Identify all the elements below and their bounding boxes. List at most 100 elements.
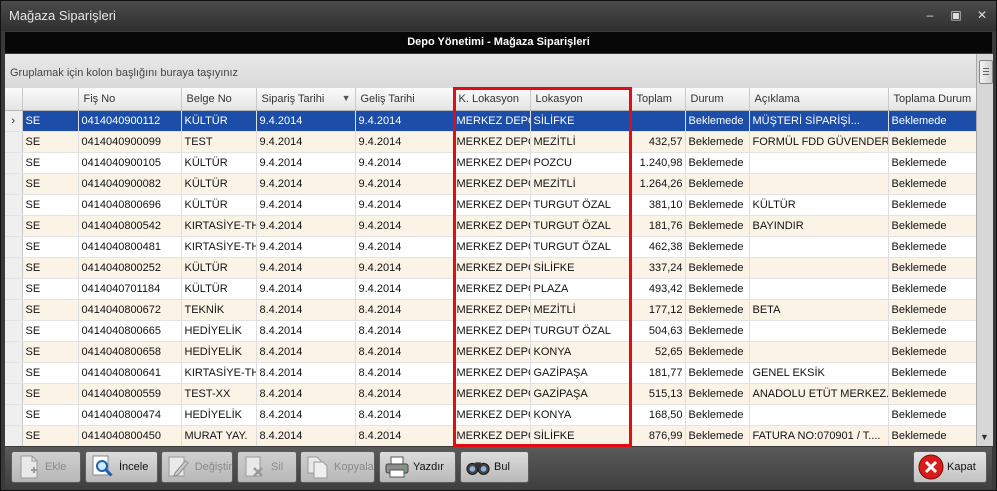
row-indicator: › [5, 110, 23, 132]
header-indicator[interactable] [5, 88, 23, 111]
table-row[interactable]: SE 0414040800474 HEDİYELİK 8.4.2014 8.4.2014… [5, 404, 976, 426]
print-button[interactable]: Yazdır [379, 451, 456, 483]
row-indicator [5, 236, 23, 258]
cell-store: SE [22, 152, 79, 174]
cell-aciklama [749, 257, 889, 279]
header-k-lokasyon[interactable]: K. Lokasyon [453, 88, 531, 111]
table-row[interactable]: SE 0414040900105 KÜLTÜR 9.4.2014 9.4.2014 MER… [5, 152, 976, 174]
cell-toplam: 52,65 [631, 341, 686, 363]
cell-fis-no: 0414040800658 [78, 341, 182, 363]
cell-siparis-tarihi: 9.4.2014 [256, 194, 356, 216]
table-row[interactable]: SE 0414040800542 KIRTASİYE-TH 9.4.2014 9.4.2… [5, 215, 976, 237]
scroll-down-icon[interactable]: ▼ [980, 432, 989, 442]
cell-durum: Beklemede [685, 173, 750, 195]
maximize-icon[interactable]: ▣ [946, 7, 966, 23]
table-row[interactable]: SE 0414040900099 TEST 9.4.2014 9.4.2014 MERKE… [5, 131, 976, 153]
cell-k-lokasyon: MERKEZ DEPO [453, 299, 531, 321]
edit-button[interactable]: Değiştir [161, 451, 233, 483]
delete-button[interactable]: Sil [237, 451, 297, 483]
close-icon[interactable]: ✕ [972, 7, 992, 23]
cell-fis-no: 0414040900082 [78, 173, 182, 195]
header-toplam[interactable]: Toplam [631, 88, 686, 111]
edit-icon [166, 454, 192, 480]
magnifier-icon [90, 454, 116, 480]
find-button[interactable]: Bul [460, 451, 529, 483]
add-button[interactable]: Ekle [11, 451, 81, 483]
cell-durum: Beklemede [685, 278, 750, 300]
cell-aciklama: ANADOLU ETÜT MERKEZ... [749, 383, 889, 405]
header-lokasyon[interactable]: Lokasyon [530, 88, 632, 111]
cell-store: SE [22, 131, 79, 153]
table-row[interactable]: SE 0414040800252 KÜLTÜR 9.4.2014 9.4.2014 MER… [5, 257, 976, 279]
table-row[interactable]: SE 0414040800481 KIRTASİYE-TH 9.4.2014 9.4.2… [5, 236, 976, 258]
cell-fis-no: 0414040800481 [78, 236, 182, 258]
table-row[interactable]: › SE 0414040900112 KÜLTÜR 9.4.2014 9.4.2014 ME… [5, 110, 976, 132]
vertical-scrollbar[interactable]: ▼ [976, 54, 993, 446]
header-fis-no[interactable]: Fiş No [78, 88, 182, 111]
cell-durum: Beklemede [685, 215, 750, 237]
table-row[interactable]: SE 0414040800672 TEKNİK 8.4.2014 8.4.2014 MER… [5, 299, 976, 321]
cell-store: SE [22, 215, 79, 237]
cell-aciklama: GENEL EKSİK [749, 362, 889, 384]
cell-gelis-tarihi: 9.4.2014 [355, 236, 454, 258]
cell-belge-no: HEDİYELİK [181, 404, 257, 426]
table-row[interactable]: SE 0414040800641 KIRTASİYE-TH 8.4.2014 8.4.2… [5, 362, 976, 384]
header-belge-no[interactable]: Belge No [181, 88, 257, 111]
header-siparis-tarihi[interactable]: Sipariş Tarihi ▼ [256, 88, 356, 111]
header-gelis-tarihi[interactable]: Geliş Tarihi [355, 88, 454, 111]
cell-siparis-tarihi: 9.4.2014 [256, 173, 356, 195]
table-row[interactable]: SE 0414040900082 KÜLTÜR 9.4.2014 9.4.2014 MER… [5, 173, 976, 195]
cell-toplam: 462,38 [631, 236, 686, 258]
cell-durum: Beklemede [685, 257, 750, 279]
table-row[interactable]: SE 0414040800658 HEDİYELİK 8.4.2014 8.4.2014… [5, 341, 976, 363]
add-document-icon [16, 454, 42, 480]
header-aciklama[interactable]: Açıklama [749, 88, 889, 111]
cell-toplam: 181,76 [631, 215, 686, 237]
table-row[interactable]: SE 0414040800559 TEST-XX 8.4.2014 8.4.2014 ME… [5, 383, 976, 405]
table-row[interactable]: SE 0414040701184 KÜLTÜR 9.4.2014 9.4.2014 MER… [5, 278, 976, 300]
close-x-icon [918, 454, 944, 480]
title-bar: Mağaza Siparişleri – ▣ ✕ [1, 1, 996, 31]
cell-gelis-tarihi: 8.4.2014 [355, 383, 454, 405]
table-row[interactable]: SE 0414040800450 MURAT YAY. 8.4.2014 8.4.201… [5, 425, 976, 446]
cell-fis-no: 0414040800450 [78, 425, 182, 446]
header-store[interactable] [22, 88, 79, 111]
cell-durum: Beklemede [685, 383, 750, 405]
cell-k-lokasyon: MERKEZ DEPO [453, 362, 531, 384]
cell-durum: Beklemede [685, 110, 750, 132]
cell-siparis-tarihi: 9.4.2014 [256, 110, 356, 132]
cell-siparis-tarihi: 9.4.2014 [256, 131, 356, 153]
cell-k-lokasyon: MERKEZ DEPO [453, 215, 531, 237]
scroll-thumb[interactable] [979, 60, 993, 84]
table-row[interactable]: SE 0414040800696 KÜLTÜR 9.4.2014 9.4.2014 MER… [5, 194, 976, 216]
minimize-icon[interactable]: – [920, 7, 940, 23]
delete-icon [242, 454, 268, 480]
cell-toplam: 337,24 [631, 257, 686, 279]
cell-fis-no: 0414040900099 [78, 131, 182, 153]
cell-toplama-durum: Beklemede [888, 404, 976, 426]
inspect-button-label: İncele [119, 461, 149, 473]
orders-grid[interactable]: Fiş No Belge No Sipariş Tarihi ▼ Geliş Tarih… [5, 88, 976, 446]
close-button[interactable]: Kapat [913, 451, 987, 483]
cell-lokasyon: TURGUT ÖZAL [530, 320, 632, 342]
cell-lokasyon: SİLİFKE [530, 425, 632, 446]
cell-aciklama [749, 173, 889, 195]
copy-icon [305, 454, 331, 480]
header-durum[interactable]: Durum [685, 88, 750, 111]
cell-toplama-durum: Beklemede [888, 173, 976, 195]
inspect-button[interactable]: İncele [85, 451, 158, 483]
window-title: Mağaza Siparişleri [9, 8, 116, 23]
cell-durum: Beklemede [685, 341, 750, 363]
cell-aciklama [749, 404, 889, 426]
cell-store: SE [22, 425, 79, 446]
cell-durum: Beklemede [685, 299, 750, 321]
group-panel[interactable]: Gruplamak için kolon başlığını buraya ta… [5, 54, 976, 88]
copy-button[interactable]: Kopyala [300, 451, 375, 483]
cell-toplam: 181,77 [631, 362, 686, 384]
header-toplama-durum[interactable]: Toplama Durum [888, 88, 976, 111]
cell-gelis-tarihi: 9.4.2014 [355, 173, 454, 195]
add-button-label: Ekle [45, 461, 67, 473]
row-indicator [5, 173, 23, 195]
cell-toplama-durum: Beklemede [888, 110, 976, 132]
table-row[interactable]: SE 0414040800665 HEDİYELİK 8.4.2014 8.4.2014… [5, 320, 976, 342]
